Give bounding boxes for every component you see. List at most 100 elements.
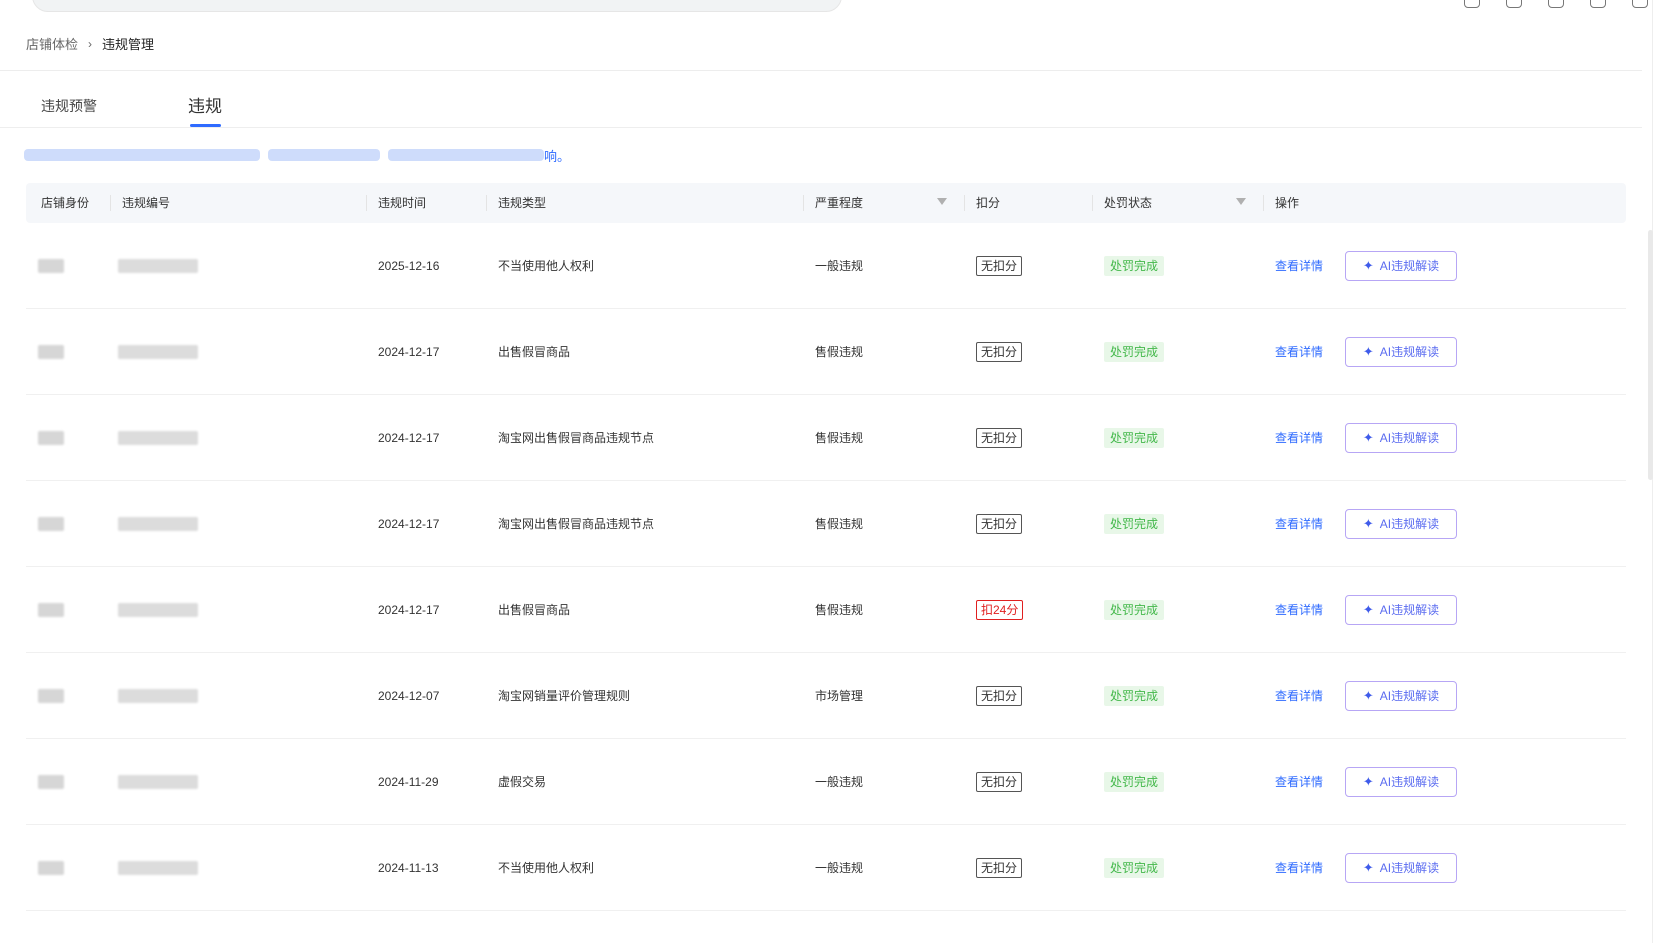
filter-icon[interactable] bbox=[1236, 198, 1246, 205]
ai-button-label: AI违规解读 bbox=[1379, 345, 1440, 359]
violation-time: 2025-12-16 bbox=[378, 258, 440, 273]
severity: 售假违规 bbox=[815, 603, 864, 617]
deduction-badge: 扣24分 bbox=[976, 599, 1024, 620]
browser-toolbar bbox=[0, 0, 1678, 16]
browser-icon[interactable] bbox=[1464, 0, 1480, 8]
browser-icon[interactable] bbox=[1506, 0, 1522, 8]
ai-interpretation-button[interactable]: ✦ AI违规解读 bbox=[1345, 336, 1458, 367]
sparkle-icon: ✦ bbox=[1362, 859, 1374, 875]
view-detail-link[interactable]: 查看详情 bbox=[1275, 859, 1323, 876]
ai-button-label: AI违规解读 bbox=[1379, 689, 1440, 703]
violation-type: 淘宝网出售假冒商品违规节点 bbox=[498, 517, 655, 531]
tab-violation-warning[interactable]: 违规预警 bbox=[41, 96, 97, 116]
violation-time: 2024-12-17 bbox=[378, 344, 440, 359]
table-row: 2024-12-07 淘宝网销量评价管理规则 市场管理 无扣分 处罚完成 查看详… bbox=[26, 653, 1626, 739]
violation-time: 2024-11-13 bbox=[378, 860, 439, 875]
redacted-violation-no bbox=[118, 602, 198, 617]
severity: 一般违规 bbox=[815, 775, 864, 789]
deduction-badge: 无扣分 bbox=[976, 685, 1023, 706]
view-detail-link[interactable]: 查看详情 bbox=[1275, 429, 1323, 446]
redacted-violation-no bbox=[118, 344, 198, 359]
redacted-violation-no bbox=[118, 774, 198, 789]
view-detail-link[interactable]: 查看详情 bbox=[1275, 343, 1323, 360]
redacted-text bbox=[268, 149, 380, 161]
table-row: 2024-12-17 淘宝网出售假冒商品违规节点 售假违规 无扣分 处罚完成 查… bbox=[26, 395, 1626, 481]
ai-button-label: AI违规解读 bbox=[1379, 775, 1440, 789]
severity: 售假违规 bbox=[815, 517, 864, 531]
redacted-violation-no bbox=[118, 516, 198, 531]
sparkle-icon: ✦ bbox=[1362, 687, 1374, 703]
view-detail-link[interactable]: 查看详情 bbox=[1275, 515, 1323, 532]
table-body: 2025-12-16 不当使用他人权利 一般违规 无扣分 处罚完成 查看详情 ✦… bbox=[26, 223, 1626, 911]
violation-type: 不当使用他人权利 bbox=[498, 259, 595, 273]
deduction-badge: 无扣分 bbox=[976, 857, 1023, 878]
ai-interpretation-button[interactable]: ✦ AI违规解读 bbox=[1345, 852, 1458, 883]
violations-table: 店铺身份 违规编号 违规时间 违规类型 严重程度 扣分 处罚状态 操作 2025… bbox=[26, 183, 1626, 911]
breadcrumb-parent-link[interactable]: 店铺体检 bbox=[26, 34, 78, 53]
violation-type: 不当使用他人权利 bbox=[498, 861, 595, 875]
deduction-badge: 无扣分 bbox=[976, 771, 1023, 792]
header-violation-type: 违规类型 bbox=[486, 183, 546, 223]
redacted-shop-identity bbox=[38, 258, 64, 273]
view-detail-link[interactable]: 查看详情 bbox=[1275, 601, 1323, 618]
deduction-badge: 无扣分 bbox=[976, 341, 1023, 362]
tab-bar: 违规预警 违规 bbox=[0, 86, 1642, 128]
redacted-text bbox=[24, 149, 260, 161]
divider bbox=[0, 127, 1642, 128]
ai-interpretation-button[interactable]: ✦ AI违规解读 bbox=[1345, 766, 1458, 797]
severity: 一般违规 bbox=[815, 861, 864, 875]
filter-icon[interactable] bbox=[937, 198, 947, 205]
ai-button-label: AI违规解读 bbox=[1379, 603, 1440, 617]
status-badge: 处罚完成 bbox=[1104, 599, 1165, 620]
divider bbox=[0, 70, 1642, 71]
view-detail-link[interactable]: 查看详情 bbox=[1275, 773, 1323, 790]
header-actions: 操作 bbox=[1263, 183, 1299, 223]
violation-type: 淘宝网销量评价管理规则 bbox=[498, 689, 631, 703]
ai-interpretation-button[interactable]: ✦ AI违规解读 bbox=[1345, 508, 1458, 539]
severity: 一般违规 bbox=[815, 259, 864, 273]
tab-violation[interactable]: 违规 bbox=[188, 92, 222, 117]
redacted-violation-no bbox=[118, 430, 198, 445]
redacted-shop-identity bbox=[38, 688, 64, 703]
browser-icon[interactable] bbox=[1548, 0, 1564, 8]
violation-time: 2024-12-17 bbox=[378, 430, 440, 445]
ai-interpretation-button[interactable]: ✦ AI违规解读 bbox=[1345, 422, 1458, 453]
redacted-violation-no bbox=[118, 688, 198, 703]
ai-interpretation-button[interactable]: ✦ AI违规解读 bbox=[1345, 250, 1458, 281]
violation-time: 2024-12-17 bbox=[378, 516, 440, 531]
status-badge: 处罚完成 bbox=[1104, 255, 1165, 276]
header-violation-time: 违规时间 bbox=[366, 183, 426, 223]
status-badge: 处罚完成 bbox=[1104, 857, 1165, 878]
table-row: 2024-11-29 虚假交易 一般违规 无扣分 处罚完成 查看详情 ✦ AI违… bbox=[26, 739, 1626, 825]
redacted-shop-identity bbox=[38, 516, 64, 531]
sparkle-icon: ✦ bbox=[1362, 343, 1374, 359]
redacted-shop-identity bbox=[38, 602, 64, 617]
sparkle-icon: ✦ bbox=[1362, 773, 1374, 789]
vertical-scrollbar[interactable] bbox=[1648, 230, 1653, 480]
header-penalty-status: 处罚状态 bbox=[1092, 183, 1152, 223]
table-row: 2024-12-17 出售假冒商品 售假违规 扣24分 处罚完成 查看详情 ✦ … bbox=[26, 567, 1626, 653]
ai-button-label: AI违规解读 bbox=[1379, 431, 1440, 445]
table-row: 2024-12-17 出售假冒商品 售假违规 无扣分 处罚完成 查看详情 ✦ A… bbox=[26, 309, 1626, 395]
header-severity: 严重程度 bbox=[803, 183, 863, 223]
redacted-text bbox=[388, 149, 544, 161]
violation-type: 虚假交易 bbox=[498, 775, 547, 789]
violation-time: 2024-11-29 bbox=[378, 774, 439, 789]
redacted-shop-identity bbox=[38, 344, 64, 359]
violation-type: 出售假冒商品 bbox=[498, 345, 571, 359]
browser-icon[interactable] bbox=[1590, 0, 1606, 8]
redacted-violation-no bbox=[118, 258, 198, 273]
ai-interpretation-button[interactable]: ✦ AI违规解读 bbox=[1345, 680, 1458, 711]
violation-time: 2024-12-07 bbox=[378, 688, 440, 703]
browser-icon[interactable] bbox=[1632, 0, 1648, 8]
severity: 市场管理 bbox=[815, 689, 864, 703]
address-bar[interactable] bbox=[32, 0, 842, 12]
violation-type: 淘宝网出售假冒商品违规节点 bbox=[498, 431, 655, 445]
status-badge: 处罚完成 bbox=[1104, 513, 1165, 534]
ai-interpretation-button[interactable]: ✦ AI违规解读 bbox=[1345, 594, 1458, 625]
header-violation-no: 违规编号 bbox=[110, 183, 170, 223]
view-detail-link[interactable]: 查看详情 bbox=[1275, 257, 1323, 274]
table-header: 店铺身份 违规编号 违规时间 违规类型 严重程度 扣分 处罚状态 操作 bbox=[26, 183, 1626, 223]
breadcrumb: 店铺体检 › 违规管理 bbox=[26, 34, 154, 53]
view-detail-link[interactable]: 查看详情 bbox=[1275, 687, 1323, 704]
